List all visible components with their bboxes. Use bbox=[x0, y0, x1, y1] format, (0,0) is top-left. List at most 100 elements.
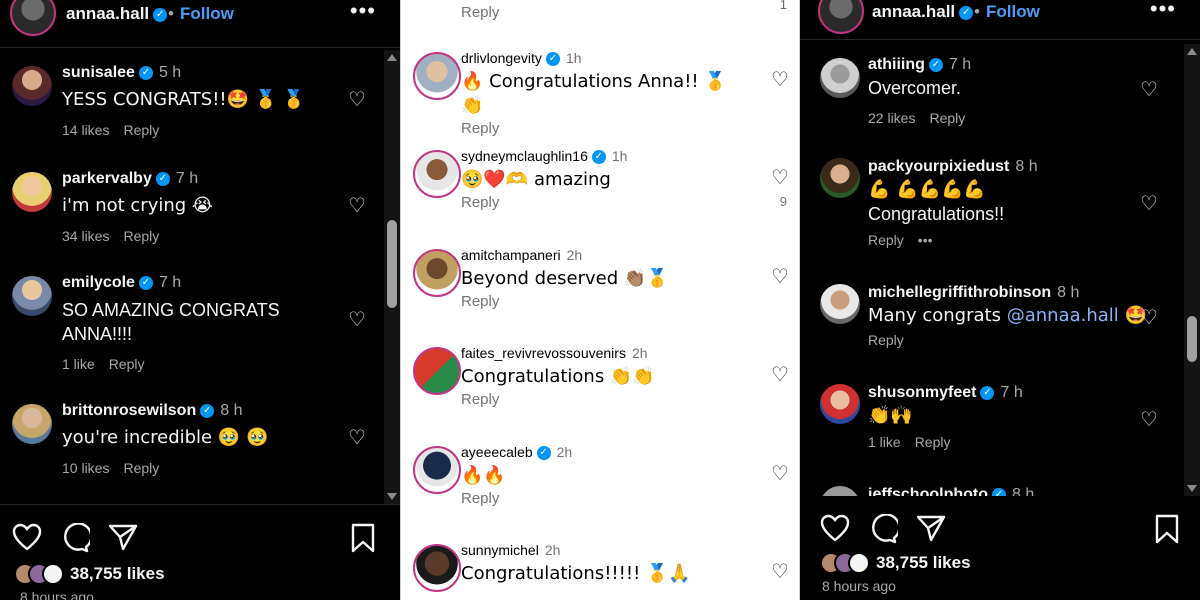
likes-summary[interactable]: 38,755 likes bbox=[820, 552, 971, 574]
commenter-avatar[interactable] bbox=[413, 52, 461, 100]
reply-link[interactable]: Reply bbox=[868, 232, 904, 248]
commenter-avatar[interactable] bbox=[820, 158, 860, 198]
like-count[interactable]: 10 likes bbox=[62, 460, 109, 476]
commenter-avatar[interactable] bbox=[413, 347, 461, 395]
commenter-avatar[interactable] bbox=[413, 150, 461, 198]
reply-link[interactable]: Reply bbox=[461, 194, 499, 211]
heart-icon[interactable] bbox=[12, 523, 42, 551]
like-count[interactable]: 14 likes bbox=[62, 122, 109, 138]
comment-item: emilycole ✓ 7 h SO AMAZING CONGRATS ANNA!!… bbox=[0, 274, 400, 394]
commenter-avatar[interactable] bbox=[820, 58, 860, 98]
bookmark-icon[interactable] bbox=[1154, 514, 1180, 544]
like-count[interactable]: 22 likes bbox=[868, 110, 915, 126]
reply-link[interactable]: Reply bbox=[109, 356, 145, 372]
commenter-username[interactable]: packyourpixiedust 8 h bbox=[868, 158, 1150, 176]
scroll-thumb[interactable] bbox=[387, 220, 397, 308]
commenter-avatar[interactable] bbox=[413, 249, 461, 297]
commenter-username[interactable]: michellegriffithrobinson 8 h bbox=[868, 284, 1180, 302]
comment-item: athiiing ✓ 7 h Overcomer. 22 likes Reply ♡ bbox=[800, 56, 1200, 146]
commenter-avatar[interactable] bbox=[413, 446, 461, 494]
commenter-avatar[interactable] bbox=[12, 404, 52, 444]
share-icon[interactable] bbox=[916, 514, 946, 542]
reply-link[interactable]: Reply bbox=[868, 332, 904, 348]
mention-link[interactable]: @annaa.hall bbox=[1007, 305, 1119, 326]
like-count[interactable]: 1 like bbox=[868, 434, 901, 450]
reply-link[interactable]: Reply bbox=[461, 120, 499, 137]
comment-text: Many congrats @annaa.hall 🤩 bbox=[868, 305, 1147, 326]
commenter-username[interactable]: sydneymclaughlin16 ✓ 1h bbox=[461, 148, 749, 165]
heart-icon[interactable] bbox=[820, 514, 850, 542]
commenter-avatar[interactable] bbox=[12, 66, 52, 106]
bookmark-icon[interactable] bbox=[350, 523, 376, 553]
more-icon[interactable]: ••• bbox=[350, 0, 376, 24]
post-time: 8 hours ago bbox=[822, 578, 896, 594]
commenter-username[interactable]: parkervalby ✓ 7 h bbox=[62, 170, 350, 188]
commenter-username[interactable]: jeffschoolphoto ✓ 8 h bbox=[868, 486, 1150, 496]
heart-icon[interactable]: ♡ bbox=[1140, 410, 1160, 430]
commenter-username[interactable]: faites_revivrevossouvenirs 2h bbox=[461, 345, 749, 361]
commenter-username[interactable]: sunisalee ✓ 5 h bbox=[62, 64, 350, 82]
commenter-avatar[interactable] bbox=[820, 486, 860, 496]
comment-icon[interactable] bbox=[868, 514, 898, 544]
more-icon[interactable]: ••• bbox=[918, 232, 933, 248]
heart-icon[interactable]: ♡ bbox=[771, 267, 791, 287]
author-avatar[interactable] bbox=[818, 0, 864, 34]
verified-icon: ✓ bbox=[980, 385, 995, 400]
commenter-username[interactable]: amitchampaneri 2h bbox=[461, 247, 749, 263]
commenter-username[interactable]: brittonrosewilson ✓ 8 h bbox=[62, 402, 350, 420]
reply-link[interactable]: Reply bbox=[123, 460, 159, 476]
heart-icon[interactable]: ♡ bbox=[1140, 80, 1160, 100]
heart-icon[interactable]: ♡ bbox=[771, 168, 791, 188]
commenter-avatar[interactable] bbox=[12, 172, 52, 212]
commenter-username[interactable]: emilycole ✓ 7 h bbox=[62, 274, 350, 292]
heart-icon[interactable]: ♡ bbox=[348, 310, 368, 330]
commenter-avatar[interactable] bbox=[820, 384, 860, 424]
commenter-username[interactable]: shusonmyfeet ✓ 7 h bbox=[868, 384, 1150, 402]
commenter-username[interactable]: drlivlongevity ✓ 1h bbox=[461, 50, 749, 67]
commenter-avatar[interactable] bbox=[413, 544, 461, 592]
commenter-avatar[interactable] bbox=[820, 284, 860, 324]
scroll-down-icon[interactable] bbox=[387, 493, 397, 500]
heart-icon[interactable]: ♡ bbox=[1140, 308, 1160, 328]
commenter-username[interactable]: athiiing ✓ 7 h bbox=[868, 56, 1150, 74]
like-count[interactable]: 1 like bbox=[62, 356, 95, 372]
comment-icon[interactable] bbox=[60, 523, 90, 553]
reply-link[interactable]: Reply bbox=[123, 122, 159, 138]
commenter-username[interactable]: sunnymichel 2h bbox=[461, 542, 749, 558]
heart-icon[interactable]: ♡ bbox=[348, 428, 368, 448]
author-username[interactable]: annaa.hall ✓ bbox=[66, 4, 168, 24]
share-icon[interactable] bbox=[108, 523, 138, 551]
author-avatar[interactable] bbox=[10, 0, 56, 36]
scroll-thumb[interactable] bbox=[1187, 316, 1197, 362]
heart-icon[interactable]: ♡ bbox=[1140, 194, 1160, 214]
right-post-panel: annaa.hall ✓ • Follow ••• athiiing ✓ 7 h Ov… bbox=[800, 0, 1200, 600]
heart-icon[interactable]: ♡ bbox=[348, 196, 368, 216]
commenter-avatar[interactable] bbox=[12, 276, 52, 316]
heart-icon[interactable]: ♡ bbox=[348, 90, 368, 110]
reply-link[interactable]: Reply bbox=[929, 110, 965, 126]
commenter-username[interactable]: ayeeecaleb ✓ 2h bbox=[461, 444, 749, 461]
likes-summary[interactable]: 38,755 likes bbox=[14, 563, 165, 585]
scroll-up-icon[interactable] bbox=[387, 54, 397, 61]
follow-button[interactable]: Follow bbox=[180, 4, 234, 24]
reply-link[interactable]: Reply bbox=[461, 293, 499, 310]
heart-icon[interactable]: ♡ bbox=[771, 464, 791, 484]
reply-link[interactable]: Reply bbox=[123, 228, 159, 244]
heart-icon[interactable]: ♡ bbox=[771, 70, 791, 90]
heart-icon[interactable]: ♡ bbox=[771, 365, 791, 385]
scrollbar[interactable] bbox=[384, 50, 400, 504]
scrollbar[interactable] bbox=[1184, 44, 1200, 496]
reply-link[interactable]: Reply bbox=[461, 4, 499, 21]
scroll-up-icon[interactable] bbox=[1187, 48, 1197, 55]
reply-link[interactable]: Reply bbox=[915, 434, 951, 450]
like-count[interactable]: 34 likes bbox=[62, 228, 109, 244]
author-username[interactable]: annaa.hall ✓ bbox=[872, 2, 974, 22]
verified-icon: ✓ bbox=[991, 487, 1006, 496]
scroll-down-icon[interactable] bbox=[1187, 485, 1197, 492]
comment-text: 🔥 Congratulations Anna!! 🥇👏 bbox=[461, 71, 727, 117]
heart-icon[interactable]: ♡ bbox=[771, 562, 791, 582]
reply-link[interactable]: Reply bbox=[461, 490, 499, 507]
follow-button[interactable]: Follow bbox=[986, 2, 1040, 22]
more-icon[interactable]: ••• bbox=[1150, 0, 1176, 22]
reply-link[interactable]: Reply bbox=[461, 391, 499, 408]
